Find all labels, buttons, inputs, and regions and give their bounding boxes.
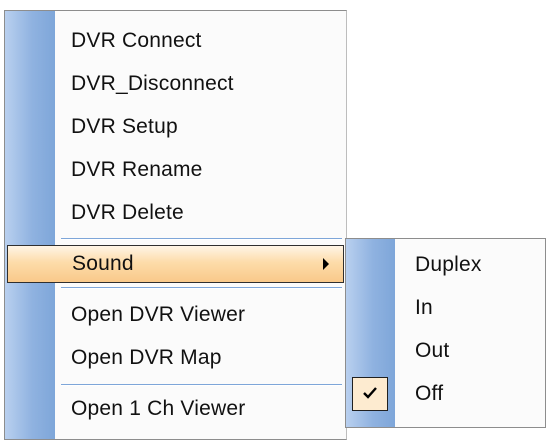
menu-item-dvr-setup[interactable]: DVR Setup — [5, 107, 346, 147]
submenu-arrow-icon — [323, 258, 329, 270]
menu-item-open-dvr-viewer[interactable]: Open DVR Viewer — [5, 295, 346, 335]
menu-item-sound[interactable]: Sound — [7, 245, 344, 283]
menu-item-label: Open DVR Map — [71, 346, 222, 369]
context-menu: DVR Connect DVR_Disconnect DVR Setup DVR… — [4, 10, 347, 440]
menu-item-dvr-disconnect[interactable]: DVR_Disconnect — [5, 64, 346, 104]
menu-item-dvr-connect[interactable]: DVR Connect — [5, 21, 346, 61]
menu-item-label: DVR Connect — [71, 29, 202, 52]
submenu-item-out[interactable]: Out — [346, 331, 545, 371]
menu-item-open-dvr-map[interactable]: Open DVR Map — [5, 338, 346, 378]
checkmark-icon — [363, 387, 377, 399]
menu-item-label: DVR Setup — [71, 115, 178, 138]
menu-separator — [61, 384, 342, 386]
menu-item-open-1ch-viewer[interactable]: Open 1 Ch Viewer — [5, 389, 346, 429]
submenu-item-in[interactable]: In — [346, 288, 545, 328]
menu-item-label: Out — [415, 339, 450, 362]
submenu-item-duplex[interactable]: Duplex — [346, 245, 545, 285]
menu-item-label: DVR Rename — [71, 158, 203, 181]
menu-item-label: DVR_Disconnect — [71, 72, 234, 95]
menu-separator — [61, 287, 342, 289]
menu-item-label: Open 1 Ch Viewer — [71, 397, 246, 420]
menu-item-label: Open DVR Viewer — [71, 303, 246, 326]
menu-item-dvr-delete[interactable]: DVR Delete — [5, 193, 346, 233]
menu-separator — [61, 238, 342, 240]
menu-item-label: Off — [415, 382, 444, 405]
sound-submenu: Duplex In Out Off — [345, 238, 546, 428]
menu-item-label: Sound — [72, 252, 134, 275]
menu-item-label: DVR Delete — [71, 201, 184, 224]
menu-item-label: Duplex — [415, 253, 482, 276]
checkmark-box — [352, 377, 388, 411]
menu-item-dvr-rename[interactable]: DVR Rename — [5, 150, 346, 190]
menu-item-label: In — [415, 296, 433, 319]
submenu-item-off[interactable]: Off — [346, 374, 545, 414]
